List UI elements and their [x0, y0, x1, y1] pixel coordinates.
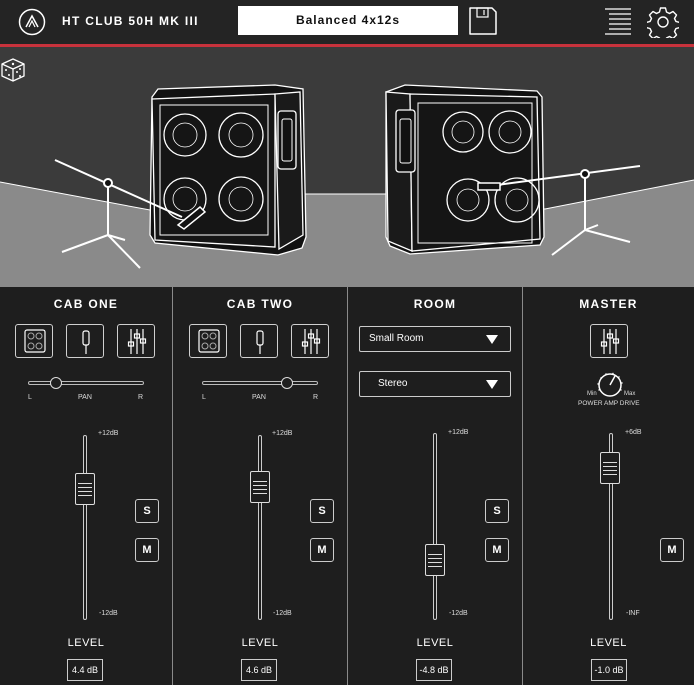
- cabinet-icon: [24, 329, 46, 353]
- cabinet-select-button[interactable]: [189, 324, 227, 358]
- stage-scene: [0, 84, 694, 287]
- strip-title: ROOM: [413, 297, 457, 311]
- drive-min-label: Min: [587, 391, 597, 397]
- level-fader-handle[interactable]: [600, 452, 620, 484]
- pan-slider-handle[interactable]: [50, 377, 62, 389]
- solo-button[interactable]: S: [485, 499, 509, 523]
- chevron-down-icon: [486, 335, 498, 344]
- pan-slider-handle[interactable]: [281, 377, 293, 389]
- drive-label: POWER AMP DRIVE: [578, 400, 640, 407]
- fader-max-label: +12dB: [272, 430, 293, 437]
- fader-min-label: -12dB: [99, 610, 118, 617]
- mute-button[interactable]: M: [485, 538, 509, 562]
- dice-icon[interactable]: [0, 57, 26, 83]
- level-value[interactable]: -4.8 dB: [416, 659, 452, 681]
- stereo-mode-dropdown[interactable]: Stereo: [359, 371, 511, 397]
- fader-max-label: +6dB: [625, 429, 642, 436]
- stereo-mode-value: Stereo: [378, 378, 408, 389]
- microphone-icon: [256, 330, 264, 354]
- microphone-select-button[interactable]: [66, 324, 104, 358]
- cabinet-icon: [198, 329, 220, 353]
- channel-strip-room: ROOM Small Room Stereo +12dB -12dB S M L…: [348, 287, 523, 685]
- level-value[interactable]: -1.0 dB: [591, 659, 627, 681]
- pan-right-label: R: [313, 394, 319, 401]
- fader-min-label: -INF: [626, 610, 640, 617]
- pan-right-label: R: [138, 394, 144, 401]
- mute-button[interactable]: M: [310, 538, 334, 562]
- channel-strip-master: MASTER Min Max POWER AMP DRIVE +6dB -INF…: [523, 287, 694, 685]
- pan-slider-track[interactable]: [202, 381, 318, 385]
- level-label: LEVEL: [67, 637, 105, 649]
- cabinet-one-image: [149, 84, 307, 256]
- solo-button[interactable]: S: [135, 499, 159, 523]
- cabinet-two-image: [385, 84, 545, 255]
- channel-strip-cab-two: CAB TWO L PAN R +12dB -12dB S M LEVEL 4.…: [173, 287, 348, 685]
- solo-button[interactable]: S: [310, 499, 334, 523]
- mixer-settings-icon: [600, 329, 620, 354]
- cabinet-select-button[interactable]: [15, 324, 53, 358]
- strip-title: CAB ONE: [53, 297, 119, 311]
- channel-settings-button[interactable]: [291, 324, 329, 358]
- level-fader-track[interactable]: [433, 433, 437, 620]
- power-amp-drive-knob[interactable]: [596, 371, 624, 399]
- fader-min-label: -12dB: [273, 610, 292, 617]
- level-label: LEVEL: [241, 637, 279, 649]
- microphone-icon: [82, 330, 90, 354]
- level-value[interactable]: 4.6 dB: [241, 659, 277, 681]
- level-fader-track[interactable]: [83, 435, 87, 620]
- drive-max-label: Max: [624, 391, 636, 397]
- mixer-panel: CAB ONE L PAN R +12dB -12dB S M LEVEL 4.…: [0, 287, 694, 685]
- level-fader-handle[interactable]: [75, 473, 95, 505]
- channel-strip-cab-one: CAB ONE L PAN R +12dB -12dB S M LEVEL 4.…: [0, 287, 173, 685]
- master-settings-button[interactable]: [590, 324, 628, 358]
- product-title: HT CLUB 50H MK III: [62, 14, 199, 28]
- channel-settings-button[interactable]: [117, 324, 155, 358]
- pan-left-label: L: [202, 394, 206, 401]
- fader-max-label: +12dB: [98, 430, 119, 437]
- pan-left-label: L: [28, 394, 32, 401]
- top-bar: HT CLUB 50H MK III Balanced 4x12s: [0, 0, 694, 44]
- mute-button[interactable]: M: [135, 538, 159, 562]
- strip-title: MASTER: [579, 297, 638, 311]
- gear-icon[interactable]: [647, 6, 679, 38]
- save-icon[interactable]: [468, 6, 498, 36]
- logo-icon[interactable]: [18, 8, 46, 36]
- level-fader-track[interactable]: [258, 435, 262, 620]
- level-label: LEVEL: [416, 637, 454, 649]
- strip-title: CAB TWO: [226, 297, 294, 311]
- level-fader-handle[interactable]: [425, 544, 445, 576]
- fader-min-label: -12dB: [449, 610, 468, 617]
- level-fader-handle[interactable]: [250, 471, 270, 503]
- room-type-dropdown[interactable]: Small Room: [359, 326, 511, 352]
- cabinet-stage: [0, 47, 694, 287]
- chevron-down-icon: [486, 380, 498, 389]
- mute-button[interactable]: M: [660, 538, 684, 562]
- pan-label: PAN: [78, 394, 92, 401]
- pan-label: PAN: [252, 394, 266, 401]
- pan-slider-track[interactable]: [28, 381, 144, 385]
- microphone-select-button[interactable]: [240, 324, 278, 358]
- fader-max-label: +12dB: [448, 429, 469, 436]
- preset-name-field[interactable]: Balanced 4x12s: [238, 6, 458, 35]
- mixer-settings-icon: [301, 329, 321, 354]
- room-type-value: Small Room: [369, 333, 424, 344]
- level-label: LEVEL: [590, 637, 627, 649]
- menu-icon[interactable]: [603, 7, 633, 37]
- level-value[interactable]: 4.4 dB: [67, 659, 103, 681]
- mixer-settings-icon: [127, 329, 147, 354]
